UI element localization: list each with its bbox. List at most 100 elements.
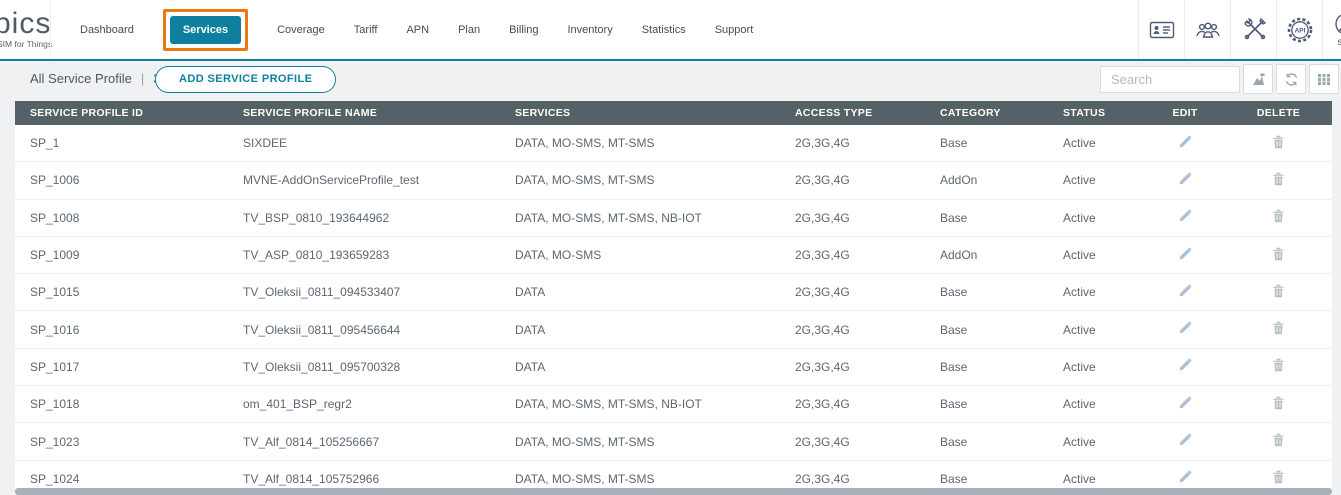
table-row: SP_1008 TV_BSP_0810_193644962 DATA, MO-S… (15, 200, 1332, 237)
cell-status: Active (1048, 211, 1145, 225)
trash-icon (1272, 470, 1285, 484)
delete-row-button[interactable] (1266, 245, 1291, 266)
nav-item-services[interactable]: Services (170, 16, 241, 44)
delete-row-button[interactable] (1266, 356, 1291, 377)
add-service-profile-button[interactable]: ADD SERVICE PROFILE (155, 66, 336, 93)
service-profile-table: SERVICE PROFILE ID SERVICE PROFILE NAME … (15, 101, 1332, 495)
list-title-text: All Service Profile (30, 71, 132, 86)
cell-status: Active (1048, 136, 1145, 150)
table-row: SP_1018 om_401_BSP_regr2 DATA, MO-SMS, M… (15, 386, 1332, 423)
cell-service-profile-id: SP_1015 (15, 285, 228, 299)
cell-services: DATA, MO-SMS, MT-SMS, NB-IOT (500, 211, 780, 225)
cell-category: Base (925, 323, 1048, 337)
col-header-services: SERVICES (500, 107, 780, 119)
edit-row-button[interactable] (1172, 245, 1198, 266)
cell-status: Active (1048, 248, 1145, 262)
edit-row-button[interactable] (1172, 133, 1198, 154)
cell-status: Active (1048, 285, 1145, 299)
cell-access-type: 2G,3G,4G (780, 472, 925, 486)
edit-row-button[interactable] (1172, 282, 1198, 303)
delete-row-button[interactable] (1266, 170, 1291, 191)
pencil-icon (1178, 135, 1192, 149)
table-body: SP_1 SIXDEE DATA, MO-SMS, MT-SMS 2G,3G,4… (15, 125, 1332, 495)
horizontal-scrollbar[interactable] (15, 488, 1332, 495)
delete-row-button[interactable] (1266, 207, 1291, 228)
col-header-service-profile-id: SERVICE PROFILE ID (15, 107, 228, 119)
cell-services: DATA (500, 285, 780, 299)
cell-services: DATA, MO-SMS, MT-SMS (500, 472, 780, 486)
cell-service-profile-id: SP_1023 (15, 435, 228, 449)
nav-item-dashboard[interactable]: Dashboard (80, 24, 134, 36)
edit-row-button[interactable] (1172, 170, 1198, 191)
nav-item-apn[interactable]: APN (406, 24, 429, 36)
export-icon (1251, 72, 1266, 87)
cell-status: Active (1048, 173, 1145, 187)
cell-service-profile-id: SP_1006 (15, 173, 228, 187)
delete-row-button[interactable] (1266, 282, 1291, 303)
cell-service-profile-id: SP_1009 (15, 248, 228, 262)
nav-item-statistics[interactable]: Statistics (642, 24, 686, 36)
user-groups-button[interactable] (1184, 0, 1230, 59)
cell-service-profile-id: SP_1018 (15, 397, 228, 411)
delete-row-button[interactable] (1266, 394, 1291, 415)
nav-item-support[interactable]: Support (715, 24, 754, 36)
nav-item-billing[interactable]: Billing (509, 24, 538, 36)
trash-icon (1272, 358, 1285, 372)
nav-item-coverage[interactable]: Coverage (277, 24, 325, 36)
main-nav: Dashboard Services Coverage Tariff APN P… (80, 0, 753, 59)
table-action-buttons (1243, 64, 1339, 94)
delete-row-button[interactable] (1266, 468, 1291, 489)
nav-item-plan[interactable]: Plan (458, 24, 480, 36)
cell-status: Active (1048, 472, 1145, 486)
col-header-delete: DELETE (1225, 107, 1332, 119)
cell-service-profile-name: TV_Oleksii_0811_095700328 (228, 360, 500, 374)
edit-row-button[interactable] (1172, 356, 1198, 377)
cell-access-type: 2G,3G,4G (780, 323, 925, 337)
cell-service-profile-id: SP_1017 (15, 360, 228, 374)
delete-row-button[interactable] (1266, 319, 1291, 340)
delete-row-button[interactable] (1266, 431, 1291, 452)
trash-icon (1272, 135, 1285, 149)
search-input[interactable] (1100, 66, 1240, 93)
export-button[interactable] (1243, 64, 1273, 94)
logo-text: bics (0, 9, 52, 39)
columns-icon (1317, 73, 1331, 86)
table-row: SP_1017 TV_Oleksii_0811_095700328 DATA 2… (15, 349, 1332, 386)
trash-icon (1272, 247, 1285, 261)
cell-status: Active (1048, 360, 1145, 374)
pencil-icon (1178, 470, 1192, 484)
cell-access-type: 2G,3G,4G (780, 435, 925, 449)
edit-row-button[interactable] (1172, 394, 1198, 415)
delete-row-button[interactable] (1266, 133, 1291, 154)
cell-services: DATA (500, 360, 780, 374)
brand-logo[interactable]: bics SIM for Things (0, 9, 52, 49)
edit-row-button[interactable] (1172, 431, 1198, 452)
edit-row-button[interactable] (1172, 207, 1198, 228)
cell-access-type: 2G,3G,4G (780, 211, 925, 225)
pencil-icon (1178, 247, 1192, 261)
refresh-button[interactable] (1276, 64, 1306, 94)
cell-service-profile-name: TV_Oleksii_0811_095456644 (228, 323, 500, 337)
nav-item-inventory[interactable]: Inventory (567, 24, 612, 36)
cell-access-type: 2G,3G,4G (780, 173, 925, 187)
edit-row-button[interactable] (1172, 468, 1198, 489)
api-settings-button[interactable]: API (1276, 0, 1322, 59)
cell-access-type: 2G,3G,4G (780, 360, 925, 374)
edit-row-button[interactable] (1172, 319, 1198, 340)
user-profile-button[interactable]: sup (1322, 0, 1341, 59)
top-navbar: bics SIM for Things Dashboard Services C… (0, 0, 1341, 61)
cell-services: DATA, MO-SMS, MT-SMS (500, 173, 780, 187)
columns-button[interactable] (1309, 64, 1339, 94)
trash-icon (1272, 433, 1285, 447)
cell-service-profile-id: SP_1024 (15, 472, 228, 486)
cell-service-profile-name: TV_Oleksii_0811_094533407 (228, 285, 500, 299)
id-card-button[interactable] (1138, 0, 1184, 59)
tools-button[interactable] (1230, 0, 1276, 59)
nav-item-tariff[interactable]: Tariff (354, 24, 378, 36)
title-separator: | (141, 71, 144, 86)
col-header-status: STATUS (1048, 107, 1145, 119)
logo-divider (50, 0, 51, 59)
cell-access-type: 2G,3G,4G (780, 397, 925, 411)
cell-service-profile-name: SIXDEE (228, 136, 500, 150)
logo-tagline: SIM for Things (0, 40, 52, 49)
